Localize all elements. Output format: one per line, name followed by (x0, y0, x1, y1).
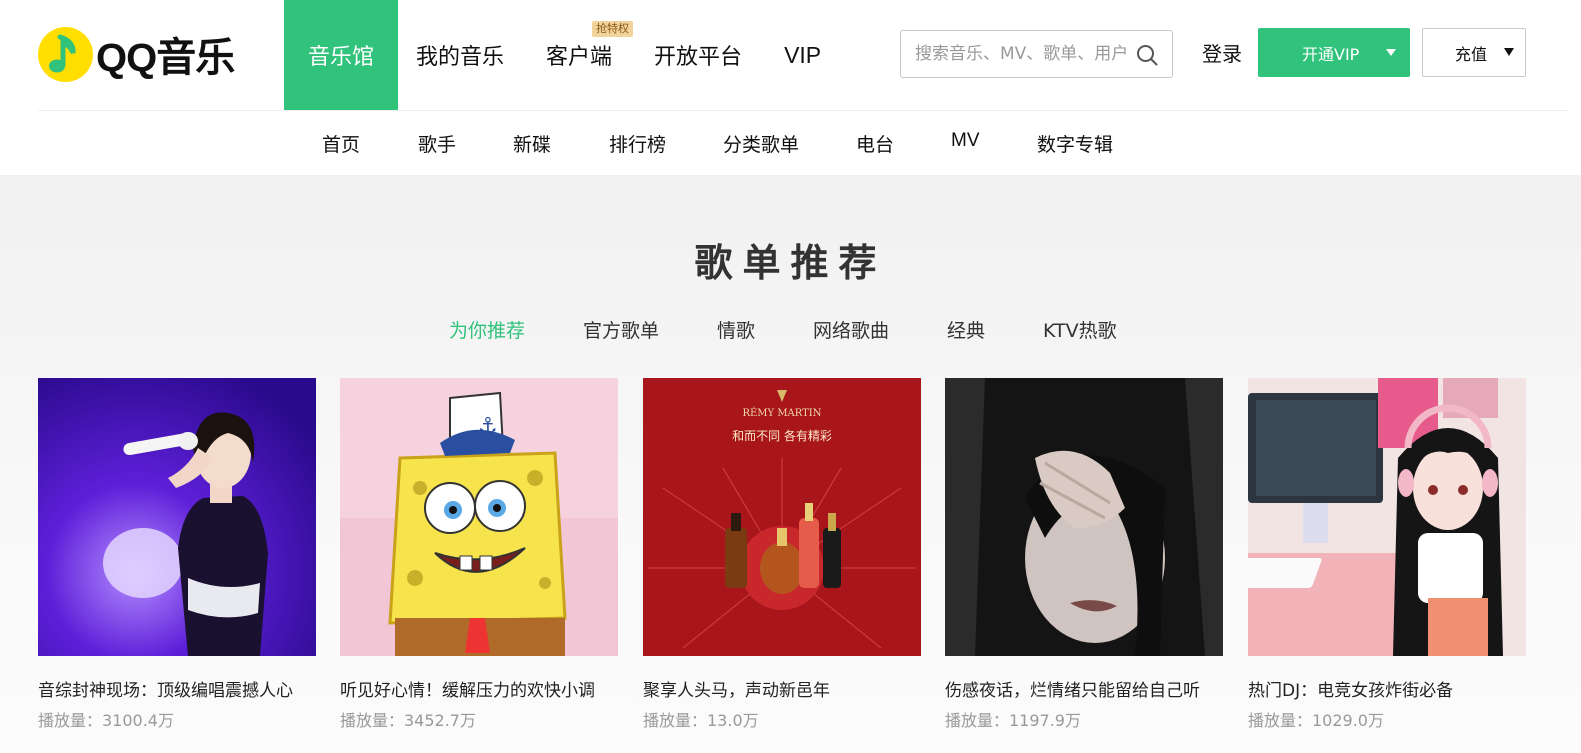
sub-nav: 首页 歌手 新碟 排行榜 分类歌单 电台 MV 数字专辑 (0, 111, 1581, 175)
playlist-recommend-section: 歌单推荐 为你推荐 官方歌单 情歌 网络歌曲 经典 KTV热歌 音综封神现场：顶… (0, 175, 1581, 753)
top-header: QQ音乐 音乐馆 我的音乐 客户端 抢特权 开放平台 VIP 登录 开通VIP … (0, 0, 1581, 110)
playlist-title[interactable]: 音综封神现场：顶级编唱震撼人心 (38, 676, 316, 701)
recharge-button[interactable]: 充值 (1422, 28, 1526, 77)
main-nav-my-music[interactable]: 我的音乐 (416, 0, 504, 110)
tab-official[interactable]: 官方歌单 (583, 316, 659, 343)
playlist-card[interactable]: RÉMY MARTIN 和而不同 各有精彩 聚享人头马，声动新邑年 播放量：13… (643, 378, 921, 731)
search-box (900, 30, 1173, 78)
play-count: 播放量：3452.7万 (340, 711, 476, 730)
playlist-card[interactable]: ⚓ 听见好心情！缓解压力的欢快小调 播放量：3452.7万 (340, 378, 618, 731)
sub-nav-charts[interactable]: 排行榜 (609, 130, 666, 157)
singer-on-stage-image (38, 378, 316, 656)
play-count: 播放量：1029.0万 (1248, 711, 1384, 730)
tab-love-songs[interactable]: 情歌 (717, 316, 755, 343)
main-nav-open-platform[interactable]: 开放平台 (654, 0, 742, 110)
playlist-card[interactable]: 伤感夜话，烂情绪只能留给自己听 播放量：1197.9万 (945, 378, 1223, 731)
sub-nav-radio[interactable]: 电台 (856, 130, 894, 157)
login-link[interactable]: 登录 (1202, 38, 1242, 67)
logo-note-icon (38, 26, 93, 82)
open-vip-button[interactable]: 开通VIP (1258, 28, 1410, 77)
sub-nav-mv[interactable]: MV (951, 130, 980, 152)
playlist-cover[interactable] (1248, 378, 1526, 656)
playlist-title[interactable]: 聚享人头马，声动新邑年 (643, 676, 921, 701)
caret-down-icon (1504, 48, 1514, 56)
sub-nav-singers[interactable]: 歌手 (418, 130, 456, 157)
sub-nav-digital-albums[interactable]: 数字专辑 (1037, 130, 1113, 157)
playlist-card[interactable]: 音综封神现场：顶级编唱震撼人心 播放量：3100.4万 (38, 378, 316, 731)
main-nav-client-label: 客户端 (546, 45, 613, 70)
open-vip-label: 开通VIP (1302, 44, 1360, 64)
privilege-badge: 抢特权 (592, 21, 634, 37)
sub-nav-home[interactable]: 首页 (322, 130, 360, 157)
sub-nav-playlists[interactable]: 分类歌单 (723, 130, 799, 157)
main-nav: 音乐馆 我的音乐 客户端 抢特权 开放平台 VIP (284, 0, 821, 110)
playlist-cover[interactable] (38, 378, 316, 656)
tab-internet-songs[interactable]: 网络歌曲 (813, 316, 889, 343)
caret-down-icon[interactable] (1386, 49, 1396, 56)
play-count: 播放量：1197.9万 (945, 711, 1081, 730)
qq-music-logo[interactable]: QQ音乐 (38, 25, 235, 83)
cartoon-sponge-image: ⚓ (340, 378, 618, 656)
main-nav-music-hall[interactable]: 音乐馆 (284, 0, 399, 110)
playlist-title[interactable]: 伤感夜话，烂情绪只能留给自己听 (945, 676, 1223, 701)
cover-brand-text: RÉMY MARTIN (742, 407, 821, 419)
search-input[interactable] (915, 44, 1135, 64)
cover-slogan-text: 和而不同 各有精彩 (732, 428, 832, 443)
tab-classics[interactable]: 经典 (947, 316, 985, 343)
sad-girl-portrait-image (945, 378, 1223, 656)
sub-nav-new-albums[interactable]: 新碟 (513, 130, 551, 157)
playlist-card[interactable]: 热门DJ：电竞女孩炸街必备 播放量：1029.0万 (1248, 378, 1526, 731)
playlist-title[interactable]: 热门DJ：电竞女孩炸街必备 (1248, 676, 1526, 701)
tab-for-you[interactable]: 为你推荐 (449, 316, 525, 343)
main-nav-client[interactable]: 客户端 抢特权 (546, 0, 634, 110)
playlist-cover[interactable]: RÉMY MARTIN 和而不同 各有精彩 (643, 378, 921, 656)
svg-text:⚓: ⚓ (478, 414, 498, 439)
brand-name: QQ音乐 (96, 36, 235, 80)
playlist-title[interactable]: 听见好心情！缓解压力的欢快小调 (340, 676, 618, 701)
playlist-cover[interactable] (945, 378, 1223, 656)
cognac-promo-image: RÉMY MARTIN 和而不同 各有精彩 (643, 378, 921, 656)
search-icon[interactable] (1136, 44, 1158, 66)
play-count: 播放量：3100.4万 (38, 711, 174, 730)
section-title: 歌单推荐 (694, 241, 887, 285)
recharge-label: 充值 (1455, 44, 1488, 64)
main-nav-vip[interactable]: VIP (784, 0, 821, 110)
tab-ktv-hits[interactable]: KTV热歌 (1043, 316, 1117, 343)
gamer-girl-illustration (1248, 378, 1526, 656)
playlist-cover[interactable]: ⚓ (340, 378, 618, 656)
play-count: 播放量：13.0万 (643, 711, 759, 730)
